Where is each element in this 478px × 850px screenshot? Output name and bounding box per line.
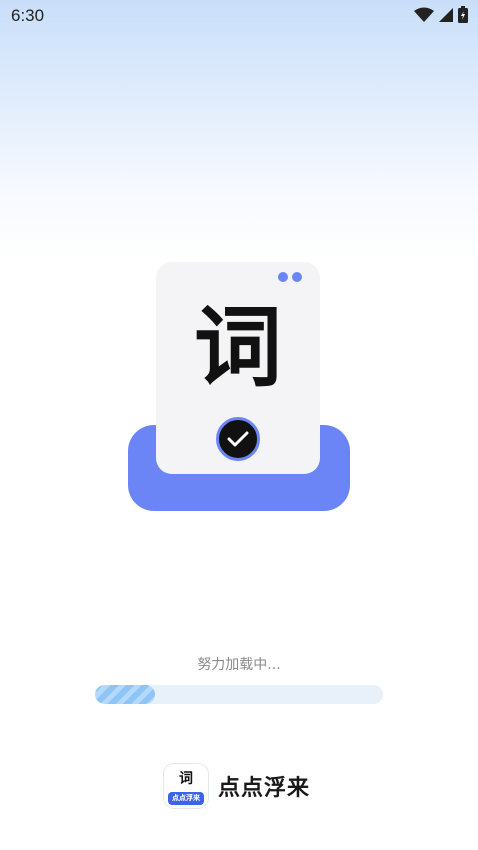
app-icon: 词 点点浮来 <box>164 764 208 808</box>
card-dots <box>278 272 302 282</box>
status-time: 6:30 <box>11 6 45 25</box>
wifi-icon <box>414 7 434 22</box>
progress-fill <box>95 685 156 704</box>
loading-illustration: 词 <box>128 262 350 512</box>
card-dot <box>278 272 288 282</box>
loading-text: 努力加载中... <box>197 657 281 673</box>
brand: 词 点点浮来 点点浮来 <box>164 764 310 808</box>
app-icon-glyph: 词 <box>179 771 193 787</box>
cellular-signal-icon <box>439 7 453 22</box>
status-bar: 6:30 <box>0 0 478 34</box>
progress-bar <box>95 685 383 704</box>
check-badge <box>216 417 260 461</box>
battery-icon <box>458 6 468 23</box>
illustration-card: 词 <box>156 262 320 474</box>
card-glyph: 词 <box>193 296 282 399</box>
check-icon <box>227 431 249 447</box>
app-name: 点点浮来 <box>218 776 311 801</box>
status-icons <box>414 6 468 23</box>
app-icon-label: 点点浮来 <box>168 792 204 805</box>
card-dot <box>292 272 302 282</box>
